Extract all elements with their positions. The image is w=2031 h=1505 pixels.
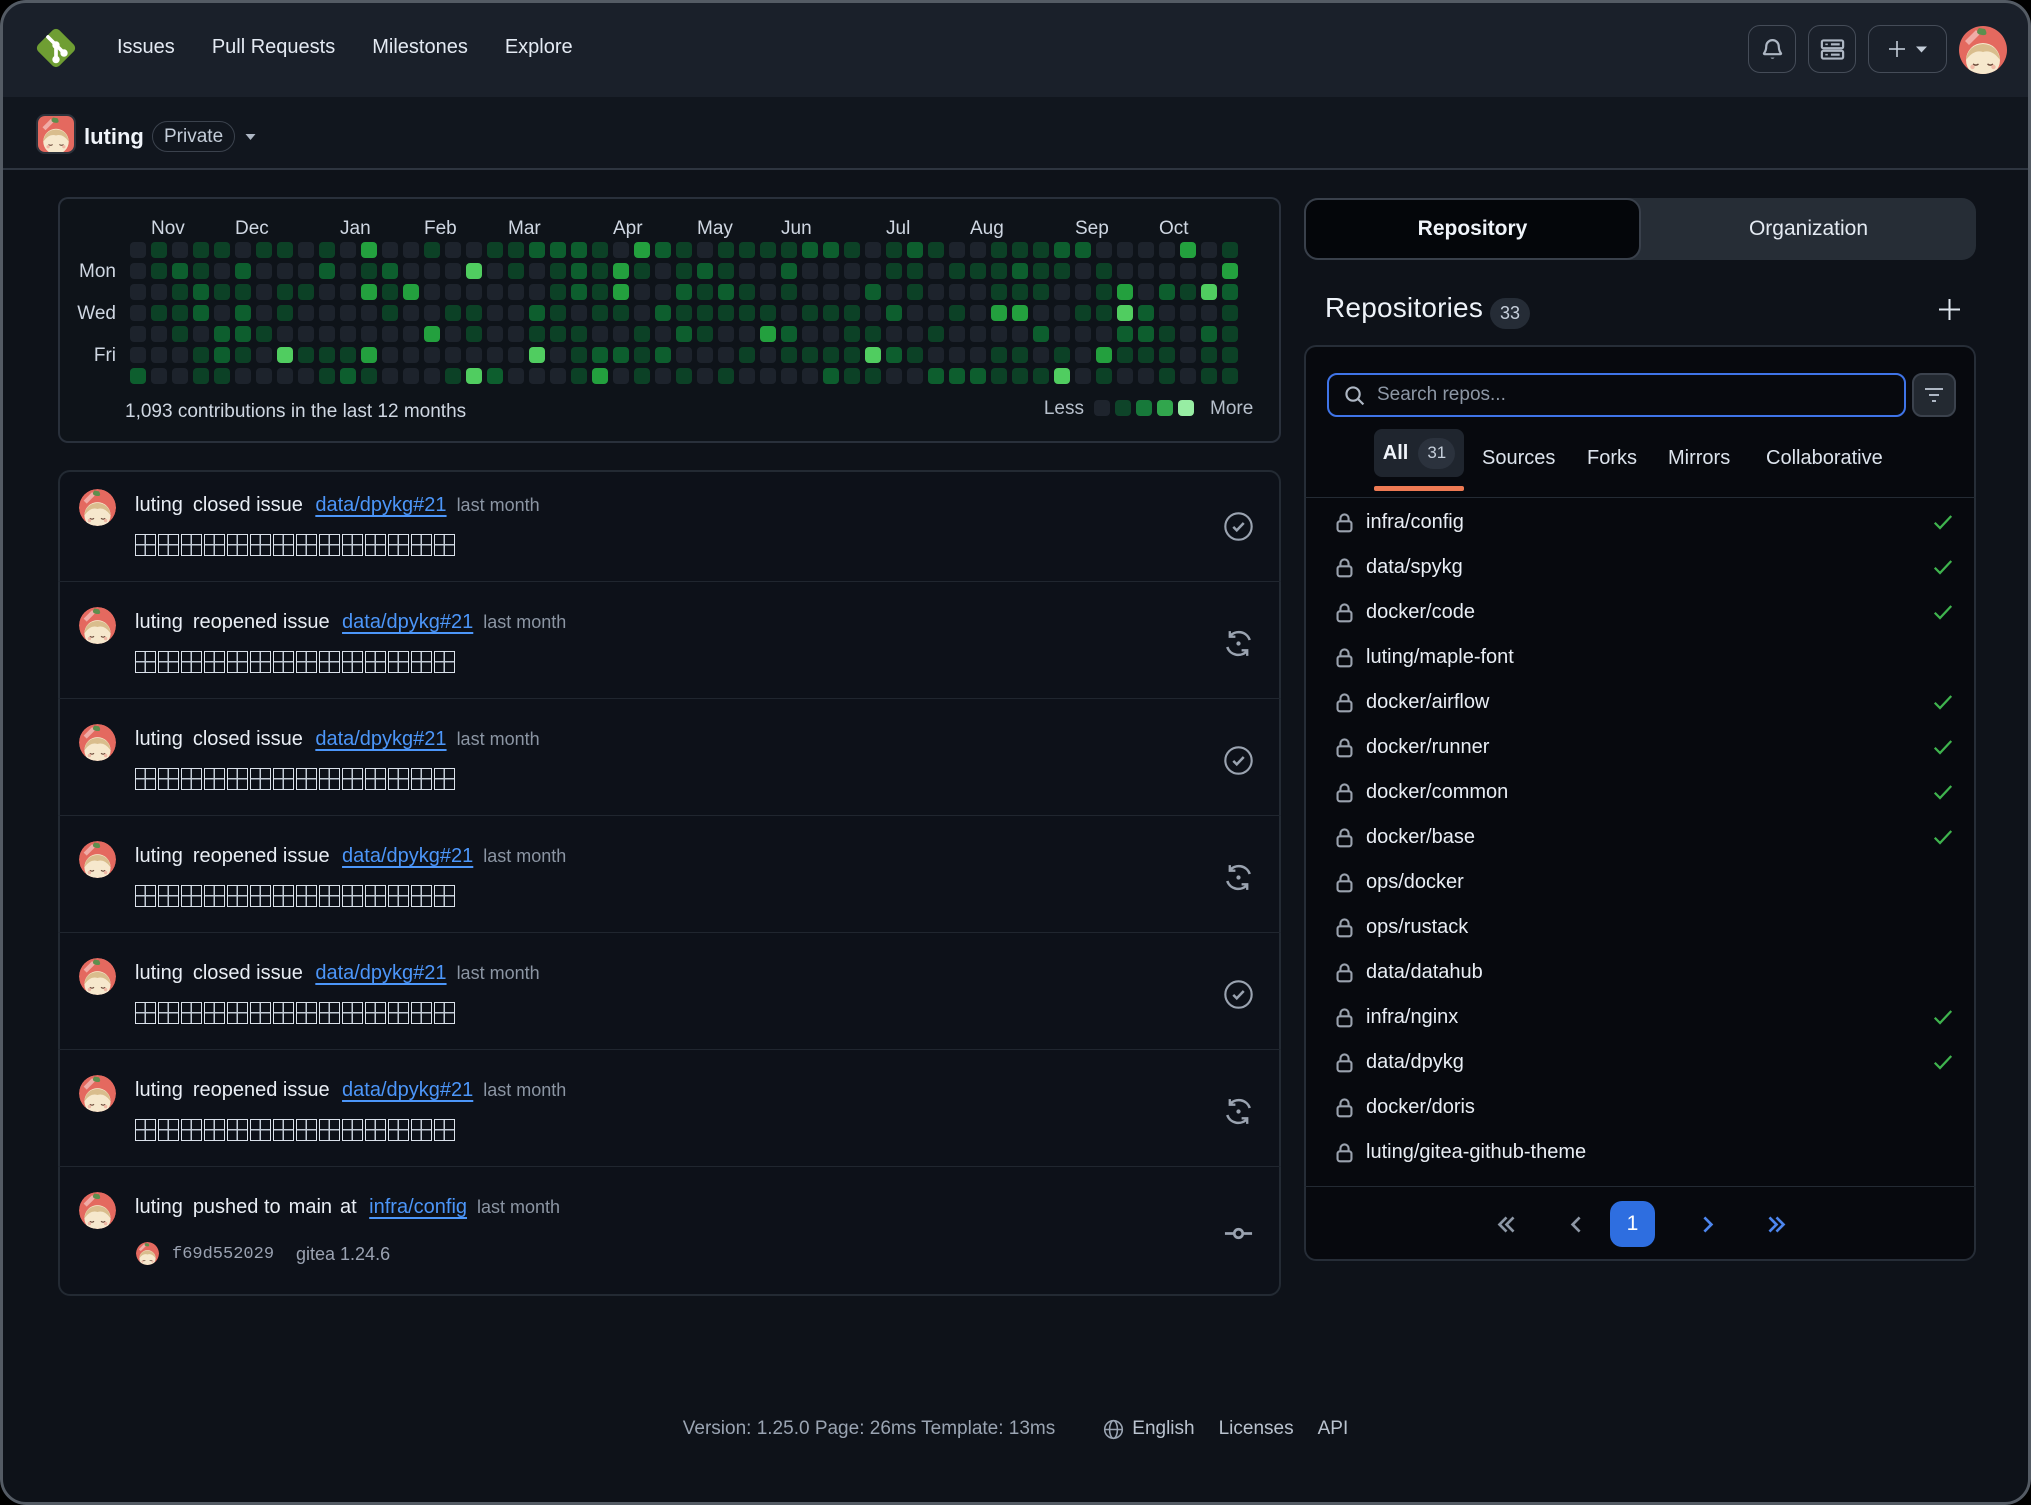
svg-text:Oct: Oct [1159, 218, 1189, 239]
svg-text:Fri: Fri [94, 345, 116, 366]
svg-text:Mar: Mar [508, 218, 541, 239]
svg-text:Apr: Apr [613, 218, 643, 239]
svg-text:Dec: Dec [235, 218, 269, 239]
svg-text:Feb: Feb [424, 218, 457, 239]
svg-text:Less: Less [1044, 398, 1084, 419]
svg-text:Nov: Nov [151, 218, 185, 239]
svg-text:Mon: Mon [79, 261, 116, 282]
svg-text:Aug: Aug [970, 218, 1004, 239]
svg-text:May: May [697, 218, 733, 239]
svg-text:1,093 contributions in the las: 1,093 contributions in the last 12 month… [125, 401, 466, 422]
svg-text:Jun: Jun [781, 218, 812, 239]
svg-text:Wed: Wed [77, 303, 116, 324]
svg-text:Sep: Sep [1075, 218, 1109, 239]
svg-text:More: More [1210, 398, 1253, 419]
svg-text:Jul: Jul [886, 218, 910, 239]
svg-text:Jan: Jan [340, 218, 371, 239]
